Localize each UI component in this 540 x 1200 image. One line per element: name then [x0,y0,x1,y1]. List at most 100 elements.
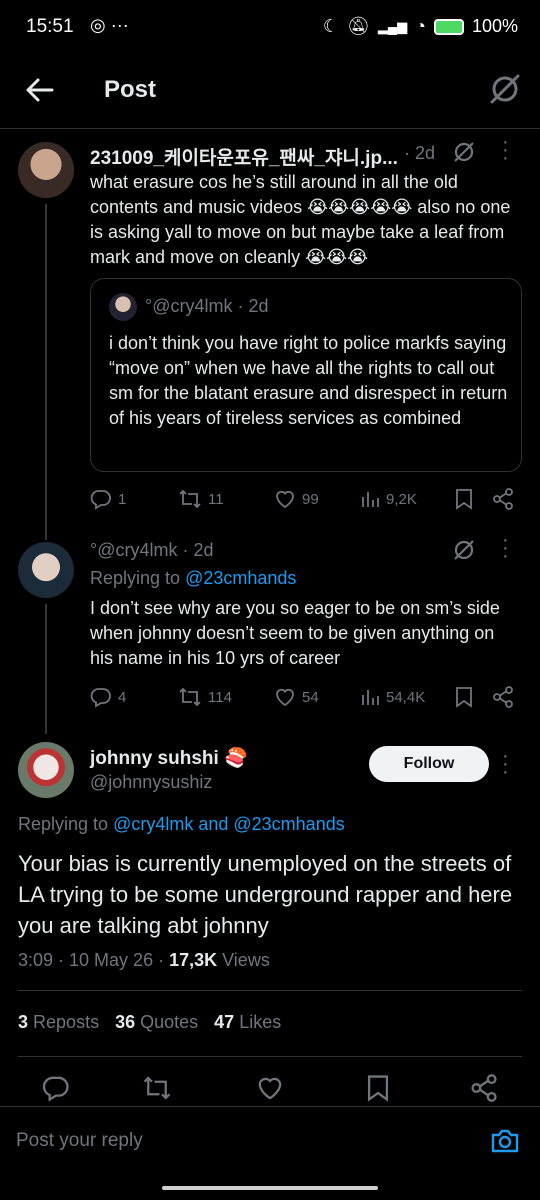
status-time: 15:51 [26,16,74,37]
more-icon[interactable]: · · · [502,132,509,168]
like-button[interactable]: 54 [274,686,319,708]
quote-handle: °@cry4lmk [145,296,233,316]
avatar [109,293,137,321]
reposts-count: 3 [18,1012,29,1032]
wifi-icon: ◔ [415,16,426,36]
like-count: 99 [302,490,319,508]
status-bar: 15:51 ◎ ··· ☾ 🔕︎ ▂▄▆ ◔ 100% [0,0,540,56]
repost-icon [179,687,201,707]
moon-icon: ☾ [322,16,339,36]
grok-icon[interactable] [452,140,476,164]
more-icon[interactable]: · · · [502,530,509,566]
tweet-2[interactable]: °@cry4lmk · 2d · · · Replying to @23cmhand… [0,530,540,734]
replying-prefix: Replying to [90,568,181,588]
battery-icon [433,18,464,35]
post-timestamp: 3:09 · 10 May 26 · [18,950,170,970]
post-meta: 3:09 · 10 May 26 · 17,3K Views [18,950,270,971]
reply-icon [90,490,111,510]
repost-count: 114 [208,688,232,706]
whatsapp-icon: ◎ ··· [90,15,129,35]
share-icon[interactable] [492,488,514,510]
like-button[interactable]: 99 [274,488,319,510]
reply-count: 1 [118,490,127,508]
views-count: 54,4K [386,688,426,706]
views-button[interactable]: 54,4K [360,686,425,708]
quoted-post[interactable]: °@cry4lmk · 2d i don’t think you have ri… [90,278,522,472]
grok-icon[interactable] [488,72,522,106]
views-icon [362,690,379,705]
header-divider [0,128,540,129]
share-icon[interactable] [492,686,514,708]
share-icon[interactable] [470,1074,498,1102]
back-arrow-icon[interactable] [24,74,56,106]
author[interactable]: °@cry4lmk · 2d [90,540,214,561]
repost-icon [179,489,201,509]
author-handle[interactable]: @johnnysushiz [90,772,212,793]
repost-icon[interactable] [142,1074,172,1102]
views-count: 17,3K [169,950,218,970]
author-name[interactable]: 231009_케이타운포유_팬싸_쟈니.jp... [90,143,400,170]
replying-prefix: Replying to [18,814,109,834]
replying-to: Replying to @cry4lmk and @23cmhands [18,814,345,835]
quotes-stat[interactable]: 36 Quotes [115,1012,198,1033]
replying-to: Replying to @23cmhands [90,568,296,589]
main-post: johnny suhshi 🍣 @johnnysushiz Follow · · ·… [0,730,540,990]
bookmark-icon[interactable] [454,488,474,510]
views-count: 9,2K [386,490,417,508]
reply-button[interactable]: 4 [90,686,126,708]
reposts-stat[interactable]: 3 Reposts [18,1012,99,1033]
reply-count: 4 [118,688,127,706]
post-time: · 2d [404,143,436,163]
reply-input[interactable] [16,1121,456,1161]
repost-button[interactable]: 11 [178,488,224,510]
quote-author: °@cry4lmk · 2d [145,296,269,316]
page-title: Post [104,76,157,103]
engagement-stats: 3 Reposts 36 Quotes 47 Likes [18,1012,281,1033]
reply-icon[interactable] [42,1074,70,1102]
post-text: Your bias is currently unemployed on the… [18,851,513,938]
home-indicator[interactable] [162,1186,378,1190]
avatar[interactable] [18,542,74,598]
reply-button[interactable]: 1 [90,488,126,510]
like-count: 54 [302,688,319,706]
battery-level: 100% [471,16,518,36]
avatar[interactable] [18,142,74,198]
repost-count: 11 [208,490,224,508]
quotes-count: 36 [115,1012,136,1032]
likes-label: Likes [239,1012,282,1032]
thread-line [45,604,47,734]
divider [18,990,522,991]
views-button[interactable]: 9,2K [360,488,417,510]
signal-icon: ▂▄▆ [377,18,408,34]
quote-text: i don’t think you have right to police m… [109,333,508,428]
quote-time: 2d [248,296,269,316]
bookmark-icon[interactable] [454,686,474,708]
more-icon[interactable]: · · · [502,746,509,782]
heart-icon[interactable] [256,1074,284,1102]
views-label: Views [217,950,270,970]
top-bar: Post [0,56,540,128]
post-text: I don’t see why are you so eager to be o… [90,598,500,668]
mute-icon: 🔕︎ [347,16,370,36]
grok-icon[interactable] [452,538,476,562]
author-handle: °@cry4lmk [90,540,178,560]
replying-to-link[interactable]: @23cmhands [185,568,296,588]
avatar[interactable] [18,742,74,798]
reposts-label: Reposts [33,1012,100,1032]
reply-bar [0,1107,540,1177]
likes-count: 47 [214,1012,235,1032]
tweet-1[interactable]: 231009_케이타운포유_팬싸_쟈니.jp... · 2d · · · what … [0,130,540,540]
thread-line [45,204,47,540]
repost-button[interactable]: 114 [178,686,232,708]
replying-to-link[interactable]: @cry4lmk and @23cmhands [113,814,345,834]
heart-icon [276,688,294,707]
likes-stat[interactable]: 47 Likes [214,1012,281,1033]
heart-icon [276,490,294,509]
reply-icon [90,688,111,708]
follow-button[interactable]: Follow [369,746,489,782]
divider [18,1056,522,1057]
author-name[interactable]: johnny suhshi 🍣 [90,746,248,770]
bookmark-icon[interactable] [365,1074,391,1102]
camera-icon[interactable] [490,1127,520,1155]
views-icon [362,492,379,507]
